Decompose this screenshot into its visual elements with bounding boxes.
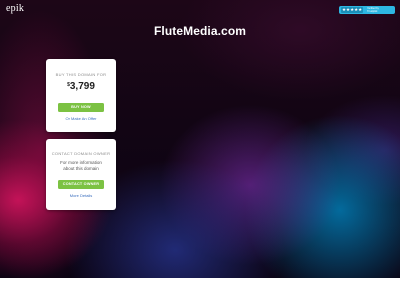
epik-logo[interactable]: epik	[6, 3, 24, 14]
currency-symbol: $	[67, 82, 70, 88]
buy-card-label: BUY THIS DOMAIN FOR	[55, 72, 107, 77]
price-value: 3,799	[69, 81, 95, 92]
trust-badge-text: Verified by Trustpilot	[367, 7, 379, 13]
domain-title: FluteMedia.com	[153, 24, 247, 38]
trust-badge[interactable]: ★★★★★ Verified by Trustpilot	[339, 6, 395, 14]
make-offer-link[interactable]: Or Make An Offer	[46, 116, 116, 121]
contact-owner-card: CONTACT DOMAIN OWNER For more informatio…	[46, 139, 116, 210]
hero-background: epik ★★★★★ Verified by Trustpilot FluteM…	[0, 0, 400, 278]
contact-card-label: CONTACT DOMAIN OWNER	[51, 151, 111, 156]
star-icon: ★★★★★	[342, 7, 363, 12]
more-details-link[interactable]: More Details	[46, 193, 116, 198]
contact-owner-button[interactable]: CONTACT OWNER	[58, 180, 104, 189]
contact-description: For more information about this domain	[46, 160, 116, 172]
contact-description-line2: about this domain	[63, 166, 99, 171]
domain-price: $3,799	[46, 81, 116, 92]
buy-domain-card: BUY THIS DOMAIN FOR $3,799 BUY NOW Or Ma…	[46, 59, 116, 132]
trust-badge-line2: Trustpilot	[367, 10, 378, 13]
buy-now-button[interactable]: BUY NOW	[58, 103, 104, 112]
rating-stars-icon: ★★★★★	[341, 7, 364, 13]
